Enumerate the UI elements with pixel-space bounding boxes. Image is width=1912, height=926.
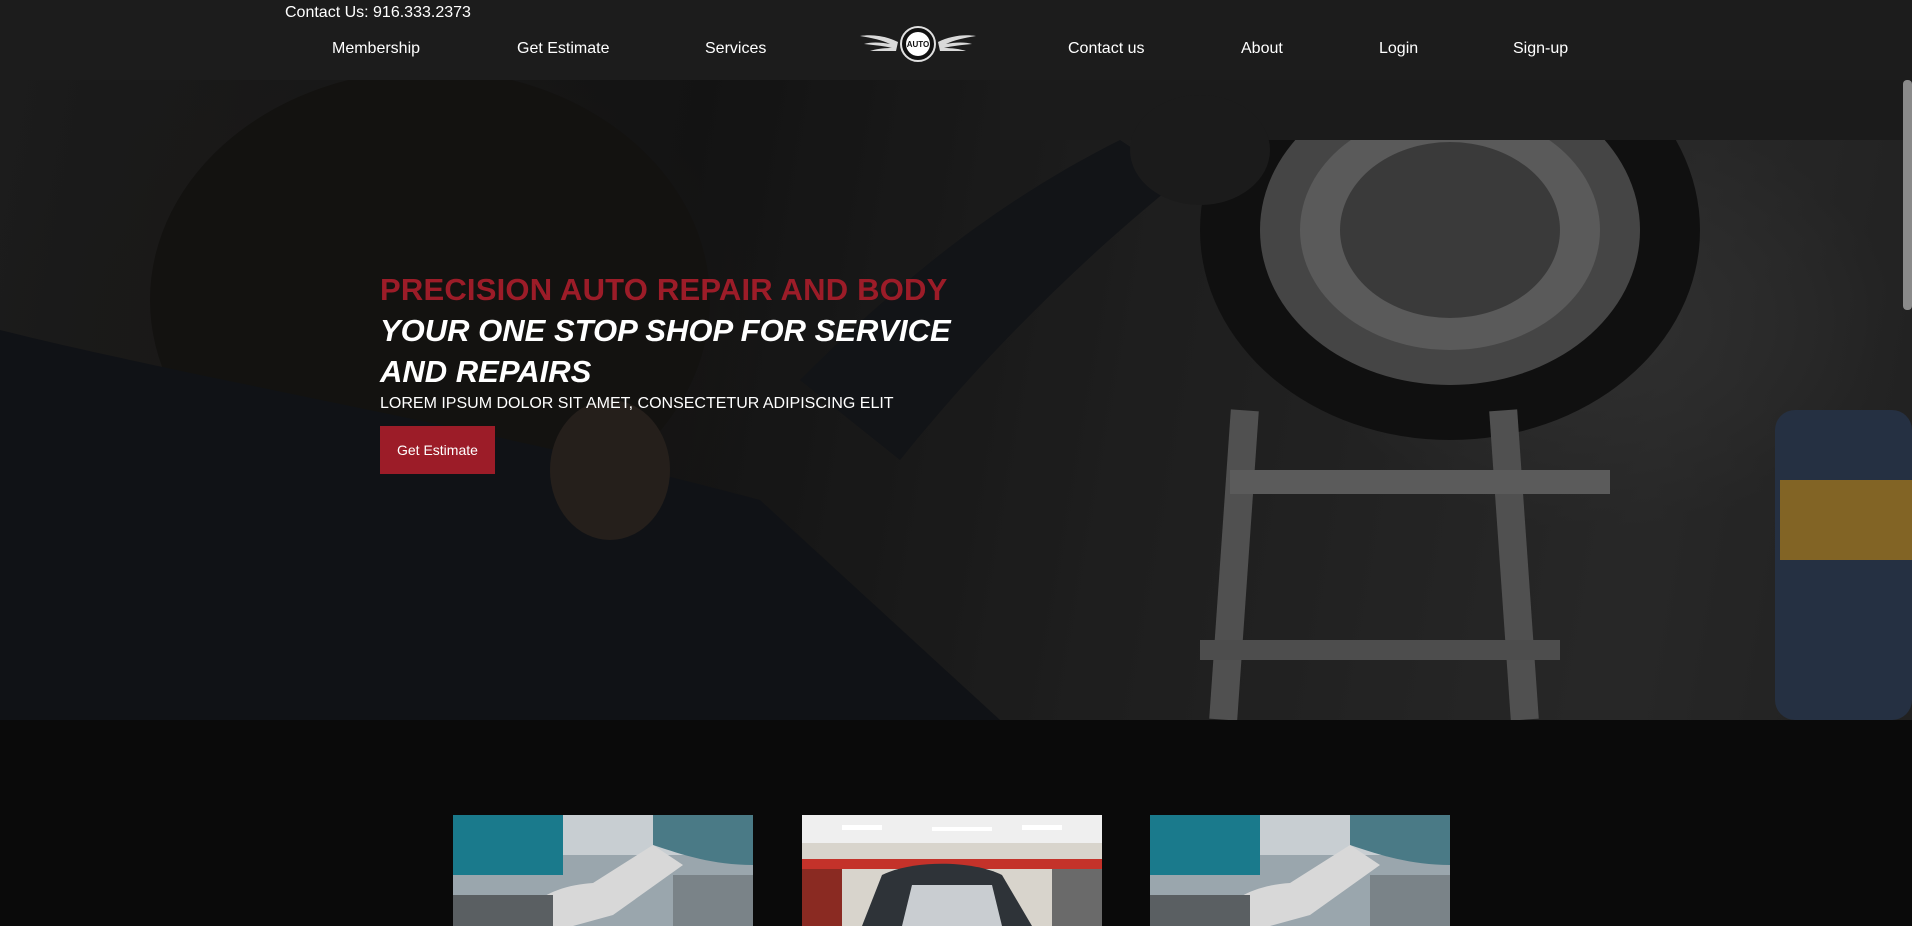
nav-services[interactable]: Services	[705, 40, 766, 58]
garage-photo-image	[802, 815, 1102, 926]
scrollbar-thumb[interactable]	[1903, 80, 1912, 310]
hero-section: PRECISION AUTO REPAIR AND BODY YOUR ONE …	[0, 80, 1912, 720]
service-card-2[interactable]	[802, 815, 1102, 926]
nav-contact-us[interactable]: Contact us	[1068, 40, 1144, 58]
get-estimate-button[interactable]: Get Estimate	[380, 426, 495, 474]
logo-text: AUTO	[907, 40, 930, 49]
nav-login[interactable]: Login	[1379, 40, 1418, 58]
hero-brand-title: PRECISION AUTO REPAIR AND BODY	[380, 272, 948, 307]
service-card-3[interactable]	[1150, 815, 1450, 926]
nav-membership[interactable]: Membership	[332, 40, 420, 58]
hero-tagline: YOUR ONE STOP SHOP FOR SERVICE AND REPAI…	[380, 313, 951, 389]
mechanic-photo-image	[1150, 815, 1450, 926]
winged-logo-icon: AUTO	[860, 26, 976, 62]
logo[interactable]: AUTO	[860, 26, 976, 68]
hero-subtitle: LOREM IPSUM DOLOR SIT AMET, CONSECTETUR …	[380, 395, 894, 412]
hero-content: PRECISION AUTO REPAIR AND BODY YOUR ONE …	[380, 270, 1020, 474]
nav-sign-up[interactable]: Sign-up	[1513, 40, 1568, 58]
service-cards	[0, 815, 1912, 926]
nav-about[interactable]: About	[1241, 40, 1283, 58]
site-header: Contact Us: 916.333.2373 Membership Get …	[0, 0, 1912, 80]
mechanic-photo-image	[453, 815, 753, 926]
nav-get-estimate[interactable]: Get Estimate	[517, 40, 609, 58]
service-card-1[interactable]	[453, 815, 753, 926]
contact-phone[interactable]: Contact Us: 916.333.2373	[285, 4, 471, 22]
